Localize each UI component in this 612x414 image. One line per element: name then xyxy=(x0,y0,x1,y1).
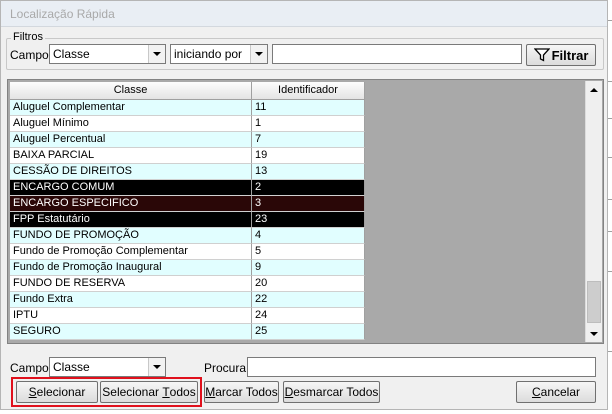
bottom-campo-select[interactable]: Classe xyxy=(49,357,166,377)
cell-classe: ENCARGO COMUM xyxy=(10,180,252,196)
funnel-icon xyxy=(533,48,550,62)
table-row[interactable]: Fundo Extra 22 xyxy=(10,292,365,308)
cell-classe: ENCARGO ESPECIFICO xyxy=(10,196,252,212)
chevron-down-icon[interactable] xyxy=(148,45,165,63)
cell-identificador: 1 xyxy=(252,116,365,132)
cell-classe: Fundo de Promoção Inaugural xyxy=(10,260,252,276)
title-bar: Localização Rápida xyxy=(1,1,607,27)
table-row[interactable]: Fundo de Promoção Inaugural 9 xyxy=(10,260,365,276)
cell-identificador: 5 xyxy=(252,244,365,260)
table-row[interactable]: ENCARGO ESPECIFICO 3 xyxy=(10,196,365,212)
cell-classe: FUNDO DE RESERVA xyxy=(10,276,252,292)
cell-classe: Fundo de Promoção Complementar xyxy=(10,244,252,260)
bottom-campo-value: Classe xyxy=(53,360,90,374)
window-title: Localização Rápida xyxy=(10,7,115,21)
procura-label: Procura: xyxy=(204,361,250,375)
column-header-identificador[interactable]: Identificador xyxy=(252,82,365,100)
cell-classe: IPTU xyxy=(10,308,252,324)
cell-classe: FPP Estatutário xyxy=(10,212,252,228)
cell-classe: Aluguel Mínimo xyxy=(10,116,252,132)
cell-classe: SEGURO xyxy=(10,324,252,340)
background-window-edge xyxy=(608,0,612,414)
cell-identificador: 23 xyxy=(252,212,365,228)
cell-identificador: 13 xyxy=(252,164,365,180)
match-mode-value: iniciando por xyxy=(174,47,243,61)
chevron-down-icon[interactable] xyxy=(250,45,267,63)
filter-button-label: Filtrar xyxy=(551,47,589,63)
column-header-classe[interactable]: Classe xyxy=(10,82,252,100)
scroll-thumb[interactable] xyxy=(587,281,601,323)
cell-identificador: 7 xyxy=(252,132,365,148)
table-row[interactable]: FUNDO DE RESERVA 20 xyxy=(10,276,365,292)
table-row[interactable]: Aluguel Percentual 7 xyxy=(10,132,365,148)
table-row[interactable]: Aluguel Mínimo 1 xyxy=(10,116,365,132)
highlight-annotation-box xyxy=(11,377,202,407)
cell-classe: Aluguel Percentual xyxy=(10,132,252,148)
chevron-down-icon[interactable] xyxy=(148,358,165,376)
campo-label: Campo: xyxy=(10,48,53,62)
cell-identificador: 9 xyxy=(252,260,365,276)
results-grid[interactable]: Classe Identificador Aluguel Complementa… xyxy=(7,79,604,344)
cell-classe: CESSÃO DE DIREITOS xyxy=(10,164,252,180)
scroll-down-button[interactable] xyxy=(586,325,602,342)
cancelar-label-mnemonic: C xyxy=(531,385,541,399)
desmarcar-todos-label-mnemonic: D xyxy=(284,385,294,399)
table-row[interactable]: IPTU 24 xyxy=(10,308,365,324)
table-row[interactable]: CESSÃO DE DIREITOS 13 xyxy=(10,164,365,180)
filter-button[interactable]: Filtrar xyxy=(526,44,596,66)
procura-input[interactable] xyxy=(247,357,596,377)
cell-identificador: 25 xyxy=(252,324,365,340)
table-row[interactable]: ENCARGO COMUM 2 xyxy=(10,180,365,196)
cell-identificador: 24 xyxy=(252,308,365,324)
cell-classe: Fundo Extra xyxy=(10,292,252,308)
cell-identificador: 19 xyxy=(252,148,365,164)
campo-select-value: Classe xyxy=(53,47,90,61)
cancelar-button[interactable]: Cancelar xyxy=(516,381,596,403)
table-row[interactable]: SEGURO 25 xyxy=(10,324,365,340)
cell-classe: BAIXA PARCIAL xyxy=(10,148,252,164)
cell-identificador: 11 xyxy=(252,100,365,116)
cell-classe: FUNDO DE PROMOÇÃO xyxy=(10,228,252,244)
table-row[interactable]: FUNDO DE PROMOÇÃO 4 xyxy=(10,228,365,244)
cell-identificador: 3 xyxy=(252,196,365,212)
filters-legend: Filtros xyxy=(11,31,45,43)
table-row[interactable]: BAIXA PARCIAL 19 xyxy=(10,148,365,164)
table-row[interactable]: Fundo de Promoção Complementar 5 xyxy=(10,244,365,260)
cancelar-label-post: ancelar xyxy=(540,385,581,399)
desmarcar-todos-button[interactable]: Desmarcar Todos xyxy=(283,381,380,403)
bottom-campo-label: Campo: xyxy=(10,361,53,375)
cell-identificador: 2 xyxy=(252,180,365,196)
marcar-todos-label-mnemonic: M xyxy=(205,385,216,399)
quick-search-window: Localização Rápida Filtros Campo: Classe… xyxy=(0,0,608,410)
cell-identificador: 22 xyxy=(252,292,365,308)
cell-identificador: 4 xyxy=(252,228,365,244)
marcar-todos-label-post: arcar Todos xyxy=(215,385,278,399)
campo-select[interactable]: Classe xyxy=(49,44,166,64)
table-row[interactable]: Aluguel Complementar 11 xyxy=(10,100,365,116)
table-row[interactable]: FPP Estatutário 23 xyxy=(10,212,365,228)
vertical-scrollbar[interactable] xyxy=(585,81,602,342)
cell-classe: Aluguel Complementar xyxy=(10,100,252,116)
cell-identificador: 20 xyxy=(252,276,365,292)
filter-search-input[interactable] xyxy=(272,44,522,64)
scroll-up-button[interactable] xyxy=(586,81,602,98)
match-mode-select[interactable]: iniciando por xyxy=(170,44,268,64)
marcar-todos-button[interactable]: Marcar Todos xyxy=(204,381,279,403)
desmarcar-todos-label-post: esmarcar Todos xyxy=(293,385,379,399)
